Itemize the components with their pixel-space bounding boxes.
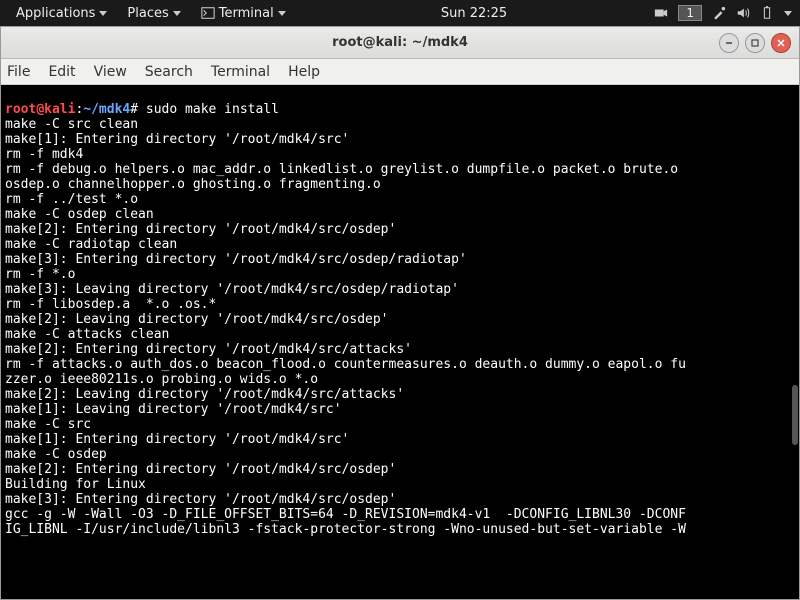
- output-line: make[3]: Entering directory '/root/mdk4/…: [5, 252, 467, 267]
- output-line: make[2]: Entering directory '/root/mdk4/…: [5, 222, 396, 237]
- camera-icon[interactable]: [654, 6, 668, 20]
- chevron-down-icon[interactable]: [784, 11, 792, 16]
- maximize-button[interactable]: [745, 33, 765, 53]
- output-line: rm -f *.o: [5, 267, 75, 282]
- output-line: make[2]: Entering directory '/root/mdk4/…: [5, 462, 396, 477]
- prompt-host: kali: [44, 102, 75, 117]
- output-line: make -C src: [5, 417, 91, 432]
- terminal-viewport[interactable]: root@kali:~/mdk4# sudo make install make…: [1, 85, 799, 599]
- output-line: make[1]: Leaving directory '/root/mdk4/s…: [5, 402, 342, 417]
- output-line: Building for Linux: [5, 477, 146, 492]
- command-text: sudo make install: [138, 102, 279, 117]
- chevron-down-icon: [173, 11, 181, 16]
- output-line: make[2]: Leaving directory '/root/mdk4/s…: [5, 387, 404, 402]
- output-line: make[2]: Leaving directory '/root/mdk4/s…: [5, 312, 389, 327]
- output-line: gcc -g -W -Wall -O3 -D_FILE_OFFSET_BITS=…: [5, 507, 686, 522]
- chevron-down-icon: [278, 11, 286, 16]
- output-line: rm -f debug.o helpers.o mac_addr.o linke…: [5, 162, 686, 177]
- applications-menu[interactable]: Applications: [8, 6, 115, 21]
- output-line: make -C attacks clean: [5, 327, 169, 342]
- output-line: make[1]: Entering directory '/root/mdk4/…: [5, 432, 349, 447]
- output-line: make -C radiotap clean: [5, 237, 177, 252]
- output-line: make -C osdep: [5, 447, 107, 462]
- minimize-icon: [724, 38, 734, 48]
- prompt-path: ~/mdk4: [83, 102, 130, 117]
- output-line: rm -f libosdep.a *.o .os.*: [5, 297, 216, 312]
- menu-terminal[interactable]: Terminal: [211, 64, 270, 80]
- terminal-menubar: File Edit View Search Terminal Help: [1, 59, 799, 85]
- chevron-down-icon: [99, 11, 107, 16]
- scrollbar-thumb[interactable]: [792, 385, 798, 445]
- clock[interactable]: Sun 22:25: [298, 6, 651, 21]
- terminal-window: root@kali: ~/mdk4 File Edit View Search …: [0, 26, 800, 600]
- workspace-indicator[interactable]: 1: [678, 5, 702, 21]
- prompt-at: @: [36, 102, 44, 117]
- status-area: 1: [654, 5, 792, 21]
- prompt-user: root: [5, 102, 36, 117]
- output-line: make[1]: Entering directory '/root/mdk4/…: [5, 132, 349, 147]
- output-line: zzer.o ieee80211s.o probing.o wids.o *.o: [5, 372, 318, 387]
- battery-icon[interactable]: [760, 6, 774, 20]
- minimize-button[interactable]: [719, 33, 739, 53]
- menu-help[interactable]: Help: [288, 64, 320, 80]
- output-line: make[2]: Entering directory '/root/mdk4/…: [5, 342, 412, 357]
- menu-view[interactable]: View: [94, 64, 127, 80]
- menu-search[interactable]: Search: [145, 64, 193, 80]
- gnome-topbar: Applications Places Terminal Sun 22:25 1: [0, 0, 800, 26]
- output-line: make -C osdep clean: [5, 207, 154, 222]
- output-line: make -C src clean: [5, 117, 138, 132]
- output-line: osdep.o channelhopper.o ghosting.o fragm…: [5, 177, 381, 192]
- window-titlebar[interactable]: root@kali: ~/mdk4: [1, 27, 799, 59]
- output-line: IG_LIBNL -I/usr/include/libnl3 -fstack-p…: [5, 522, 686, 537]
- terminal-icon: [201, 6, 215, 20]
- output-line: rm -f ../test *.o: [5, 192, 138, 207]
- places-label: Places: [127, 6, 168, 21]
- terminal-taskbar-label: Terminal: [219, 6, 274, 21]
- color-picker-icon[interactable]: [712, 6, 726, 20]
- maximize-icon: [750, 38, 760, 48]
- output-line: make[3]: Entering directory '/root/mdk4/…: [5, 492, 396, 507]
- output-line: make[3]: Leaving directory '/root/mdk4/s…: [5, 282, 459, 297]
- output-line: rm -f mdk4: [5, 147, 83, 162]
- close-icon: [776, 38, 786, 48]
- clock-label: Sun 22:25: [441, 6, 507, 21]
- menu-edit[interactable]: Edit: [48, 64, 75, 80]
- places-menu[interactable]: Places: [119, 6, 188, 21]
- terminal-taskbar-item[interactable]: Terminal: [193, 6, 294, 21]
- menu-file[interactable]: File: [7, 64, 30, 80]
- output-line: rm -f attacks.o auth_dos.o beacon_flood.…: [5, 357, 686, 372]
- applications-label: Applications: [16, 6, 95, 21]
- prompt-hash: #: [130, 102, 138, 117]
- volume-icon[interactable]: [736, 6, 750, 20]
- close-button[interactable]: [771, 33, 791, 53]
- window-title: root@kali: ~/mdk4: [332, 35, 468, 50]
